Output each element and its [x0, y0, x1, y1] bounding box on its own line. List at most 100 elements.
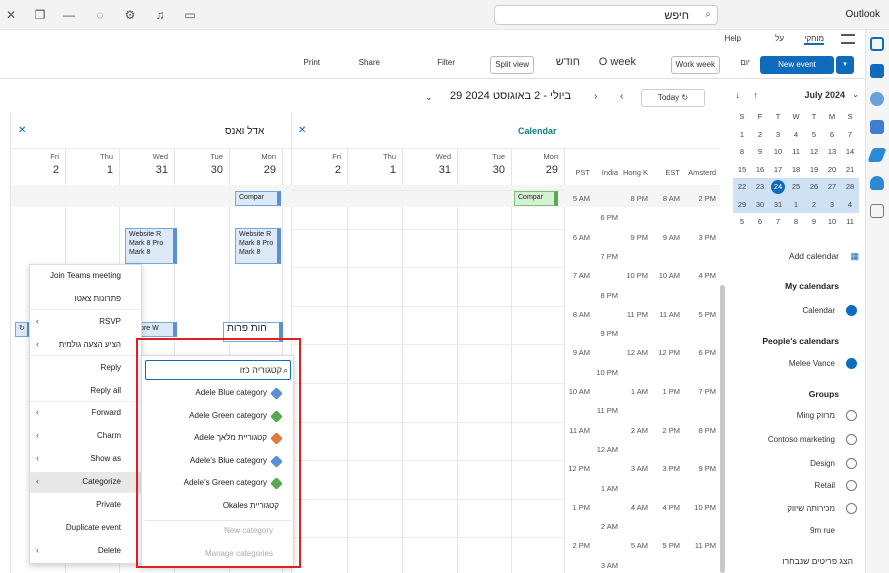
- tab-help[interactable]: Help: [725, 34, 741, 43]
- up-arrow-icon[interactable]: ↑: [754, 90, 759, 100]
- menu-item[interactable]: הציע הצעה גולמית: [59, 340, 121, 349]
- day-number[interactable]: 30: [174, 164, 223, 176]
- work-week-button[interactable]: Work week: [670, 56, 720, 74]
- mini-day[interactable]: 8: [733, 143, 751, 160]
- feedback-icon[interactable]: ▭: [183, 8, 197, 22]
- mini-day[interactable]: 11: [841, 213, 859, 230]
- onedrive-icon[interactable]: [870, 176, 884, 190]
- day-number[interactable]: 2: [292, 164, 341, 176]
- mini-day[interactable]: 7: [769, 213, 787, 230]
- mini-day[interactable]: 5: [805, 126, 823, 143]
- scrollbar[interactable]: [720, 285, 725, 573]
- close-icon[interactable]: ✕: [18, 125, 26, 136]
- mini-day[interactable]: 29: [733, 196, 751, 213]
- menu-item[interactable]: Reply all: [90, 386, 121, 395]
- menu-item[interactable]: פתרונות צאטו: [75, 294, 121, 303]
- menu-item[interactable]: Categorize: [82, 477, 121, 486]
- mini-day[interactable]: 10: [823, 213, 841, 230]
- menu-item[interactable]: Show as: [90, 454, 121, 463]
- mini-day[interactable]: 5: [733, 213, 751, 230]
- day-number[interactable]: 29: [229, 164, 276, 176]
- calendar-icon[interactable]: [870, 64, 884, 78]
- group-checkbox[interactable]: [846, 410, 857, 421]
- mini-day[interactable]: 18: [787, 161, 805, 178]
- mini-day[interactable]: 24: [771, 180, 785, 194]
- menu-item[interactable]: Charm: [97, 431, 121, 440]
- month-button[interactable]: חודש: [556, 56, 580, 68]
- day-view-button[interactable]: יום: [740, 58, 750, 67]
- group-checkbox[interactable]: [846, 434, 857, 445]
- mail-icon[interactable]: [870, 37, 884, 51]
- mini-day[interactable]: 2: [805, 196, 823, 213]
- menu-item[interactable]: Forward: [92, 408, 121, 417]
- minimize-icon[interactable]: —: [62, 8, 76, 22]
- day-number[interactable]: 31: [402, 164, 451, 176]
- close-icon[interactable]: ✕: [298, 125, 306, 136]
- gear-icon[interactable]: ⚙: [123, 8, 137, 22]
- down-arrow-icon[interactable]: ↓: [736, 90, 741, 100]
- day-number[interactable]: 29: [511, 164, 558, 176]
- mini-day[interactable]: 8: [787, 213, 805, 230]
- mini-day[interactable]: 23: [751, 178, 769, 195]
- group-item[interactable]: Ming מרווק: [797, 411, 835, 420]
- menu-item[interactable]: Reply: [101, 363, 121, 372]
- megan-item[interactable]: Melee Vance: [789, 359, 835, 368]
- chevron-down-icon[interactable]: ⌄: [852, 90, 859, 99]
- group-item[interactable]: 9m rue: [810, 526, 835, 535]
- restore-icon[interactable]: ❐: [33, 8, 47, 22]
- group-item[interactable]: מכירותה שיווק: [787, 504, 835, 513]
- mini-day[interactable]: 14: [841, 143, 859, 160]
- menu-item[interactable]: RSVP: [99, 317, 121, 326]
- tab-home[interactable]: מוחקי: [804, 34, 824, 45]
- date-range-title[interactable]: 29 ביולי - 2 באוגוסט 2024: [450, 90, 571, 102]
- mini-day[interactable]: 25: [787, 178, 805, 195]
- print-button[interactable]: Print: [304, 58, 320, 67]
- event[interactable]: Website R Mark 8 Pro Mark 8: [125, 228, 177, 264]
- mini-day[interactable]: 4: [787, 126, 805, 143]
- people-icon[interactable]: [870, 92, 884, 106]
- mini-day[interactable]: 30: [751, 196, 769, 213]
- close-icon[interactable]: ✕: [4, 8, 18, 22]
- filter-button[interactable]: Filter: [437, 58, 455, 67]
- megan-checkbox[interactable]: [846, 358, 857, 369]
- mini-day[interactable]: 7: [841, 126, 859, 143]
- mini-day[interactable]: 20: [823, 161, 841, 178]
- mini-day[interactable]: 17: [769, 161, 787, 178]
- menu-item[interactable]: Delete: [98, 546, 121, 555]
- group-item[interactable]: Design: [810, 459, 835, 468]
- mini-day[interactable]: 28: [841, 178, 859, 195]
- mini-day[interactable]: 3: [769, 126, 787, 143]
- mini-day[interactable]: 31: [769, 196, 787, 213]
- new-event-button[interactable]: New event: [760, 56, 834, 74]
- peoples-calendars-header[interactable]: People's calendars: [762, 336, 839, 346]
- day-number[interactable]: 31: [119, 164, 168, 176]
- hamburger-icon[interactable]: [841, 34, 855, 44]
- day-number[interactable]: 1: [347, 164, 396, 176]
- calendar-checkbox[interactable]: [846, 305, 857, 316]
- groups-icon[interactable]: [870, 120, 884, 134]
- mini-month-title[interactable]: July 2024: [804, 90, 845, 100]
- mini-day[interactable]: 4: [841, 196, 859, 213]
- mini-day[interactable]: 12: [805, 143, 823, 160]
- mini-day[interactable]: 1: [787, 196, 805, 213]
- show-more-link[interactable]: הצג פריטים שנבחרו: [782, 556, 853, 566]
- search-box[interactable]: חיפש ⌕: [494, 5, 718, 25]
- group-item[interactable]: Retail: [815, 481, 835, 490]
- chevron-down-icon[interactable]: ⌄: [425, 92, 433, 103]
- group-checkbox[interactable]: [846, 480, 857, 491]
- day-number[interactable]: 2: [11, 164, 59, 176]
- share-button[interactable]: Share: [359, 58, 380, 67]
- day-number[interactable]: 30: [457, 164, 505, 176]
- mini-day[interactable]: 21: [841, 161, 859, 178]
- mini-day[interactable]: 2: [751, 126, 769, 143]
- todo-icon[interactable]: [867, 148, 887, 162]
- group-item[interactable]: Contoso marketing: [768, 435, 835, 444]
- prev-icon[interactable]: ‹: [620, 91, 623, 102]
- apps-icon[interactable]: [870, 204, 884, 218]
- mini-day[interactable]: 9: [805, 213, 823, 230]
- event[interactable]: Compar: [235, 191, 281, 206]
- event[interactable]: Compar: [514, 191, 558, 206]
- menu-item[interactable]: Private: [96, 500, 121, 509]
- bell-icon[interactable]: ♫: [153, 8, 167, 22]
- mini-day[interactable]: 27: [823, 178, 841, 195]
